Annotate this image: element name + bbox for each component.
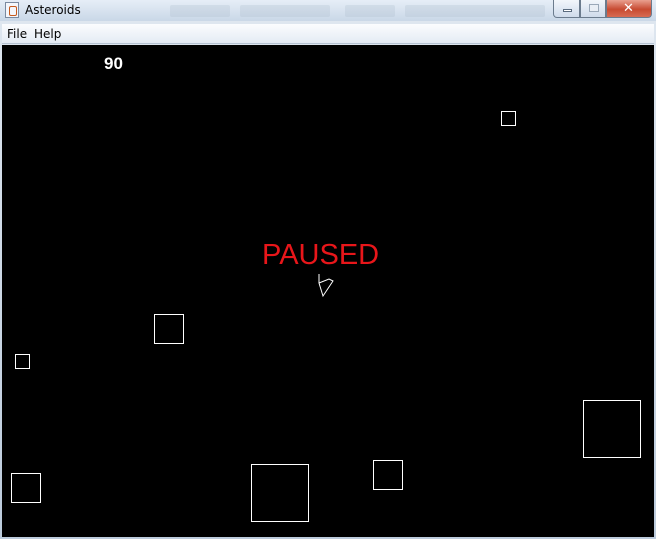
asteroid [154,314,184,344]
minimize-icon [563,9,572,12]
background-blur-3 [345,5,395,17]
java-app-icon [5,2,19,18]
ship-icon [318,274,334,298]
asteroid [583,400,641,458]
asteroid [251,464,309,522]
asteroid [15,354,30,369]
asteroid [501,111,516,126]
background-blur [170,5,230,17]
title-bar[interactable]: Asteroids ✕ [0,0,656,21]
app-window: Asteroids ✕ File Help 90 PAUSED [0,0,656,539]
score-display: 90 [104,54,123,73]
menu-bar: File Help [2,24,654,44]
asteroid [373,460,403,490]
maximize-icon [589,4,599,12]
close-button[interactable]: ✕ [606,0,652,18]
close-icon: ✕ [623,1,634,16]
asteroid [11,473,41,503]
background-blur-2 [240,5,330,17]
maximize-button[interactable] [580,0,606,18]
menu-help[interactable]: Help [34,27,61,41]
minimize-button[interactable] [553,0,580,18]
window-title: Asteroids [25,3,81,17]
background-blur-4 [405,5,545,17]
menu-file[interactable]: File [7,27,27,41]
game-canvas[interactable]: 90 PAUSED [2,45,654,537]
paused-label: PAUSED [262,239,380,271]
